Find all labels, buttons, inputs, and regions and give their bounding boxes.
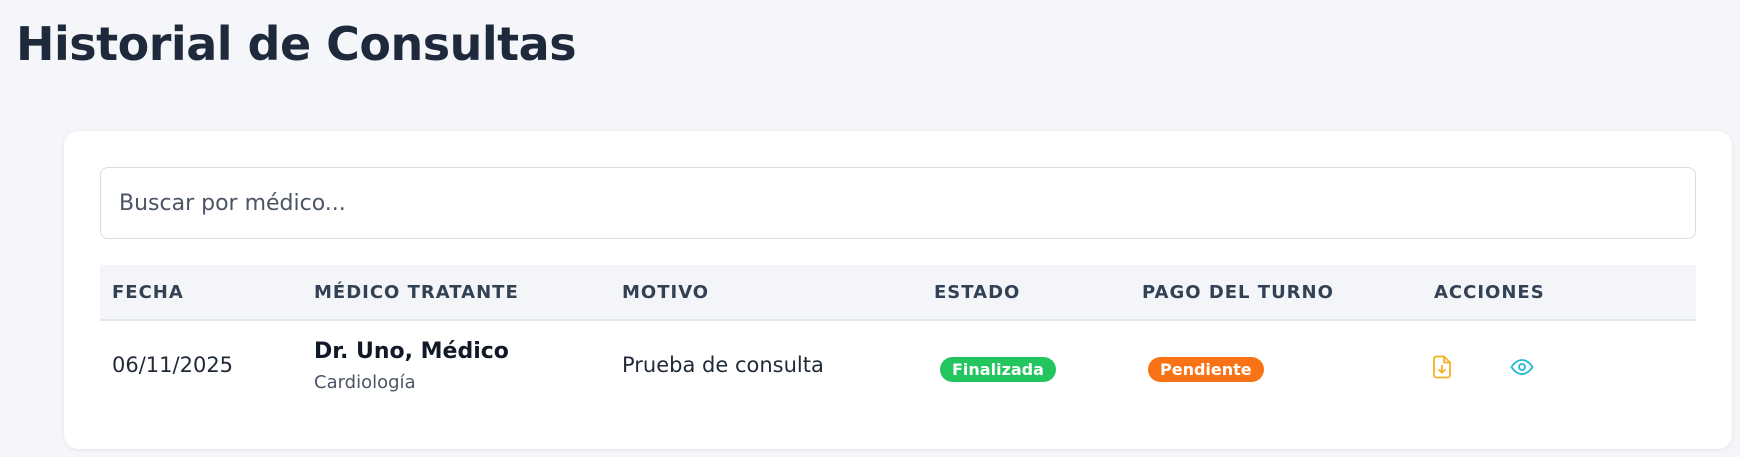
header-motivo: MOTIVO [622, 282, 710, 303]
consultas-card: FECHA MÉDICO TRATANTE MOTIVO ESTADO PAGO… [64, 131, 1732, 449]
search-input[interactable] [100, 167, 1696, 239]
consultas-table: FECHA MÉDICO TRATANTE MOTIVO ESTADO PAGO… [100, 265, 1696, 417]
row-motivo: Prueba de consulta [622, 353, 824, 377]
view-consulta-button[interactable] [1506, 351, 1538, 383]
header-medico: MÉDICO TRATANTE [314, 282, 519, 303]
download-receipt-button[interactable] [1426, 351, 1458, 383]
header-fecha: FECHA [112, 282, 184, 303]
table-row: 06/11/2025 Dr. Uno, Médico Cardiología P… [100, 321, 1696, 417]
page-title: Historial de Consultas [16, 17, 577, 71]
file-download-icon [1433, 355, 1451, 379]
row-medico: Dr. Uno, Médico Cardiología [314, 339, 509, 393]
doctor-name: Dr. Uno, Médico [314, 339, 509, 364]
eye-icon [1510, 359, 1534, 375]
estado-badge: Finalizada [940, 357, 1056, 382]
row-fecha: 06/11/2025 [112, 353, 234, 377]
table-header: FECHA MÉDICO TRATANTE MOTIVO ESTADO PAGO… [100, 265, 1696, 321]
pago-badge: Pendiente [1148, 357, 1264, 382]
header-pago: PAGO DEL TURNO [1142, 282, 1334, 303]
doctor-specialty: Cardiología [314, 372, 416, 393]
header-acciones: ACCIONES [1434, 282, 1545, 303]
header-estado: ESTADO [934, 282, 1021, 303]
